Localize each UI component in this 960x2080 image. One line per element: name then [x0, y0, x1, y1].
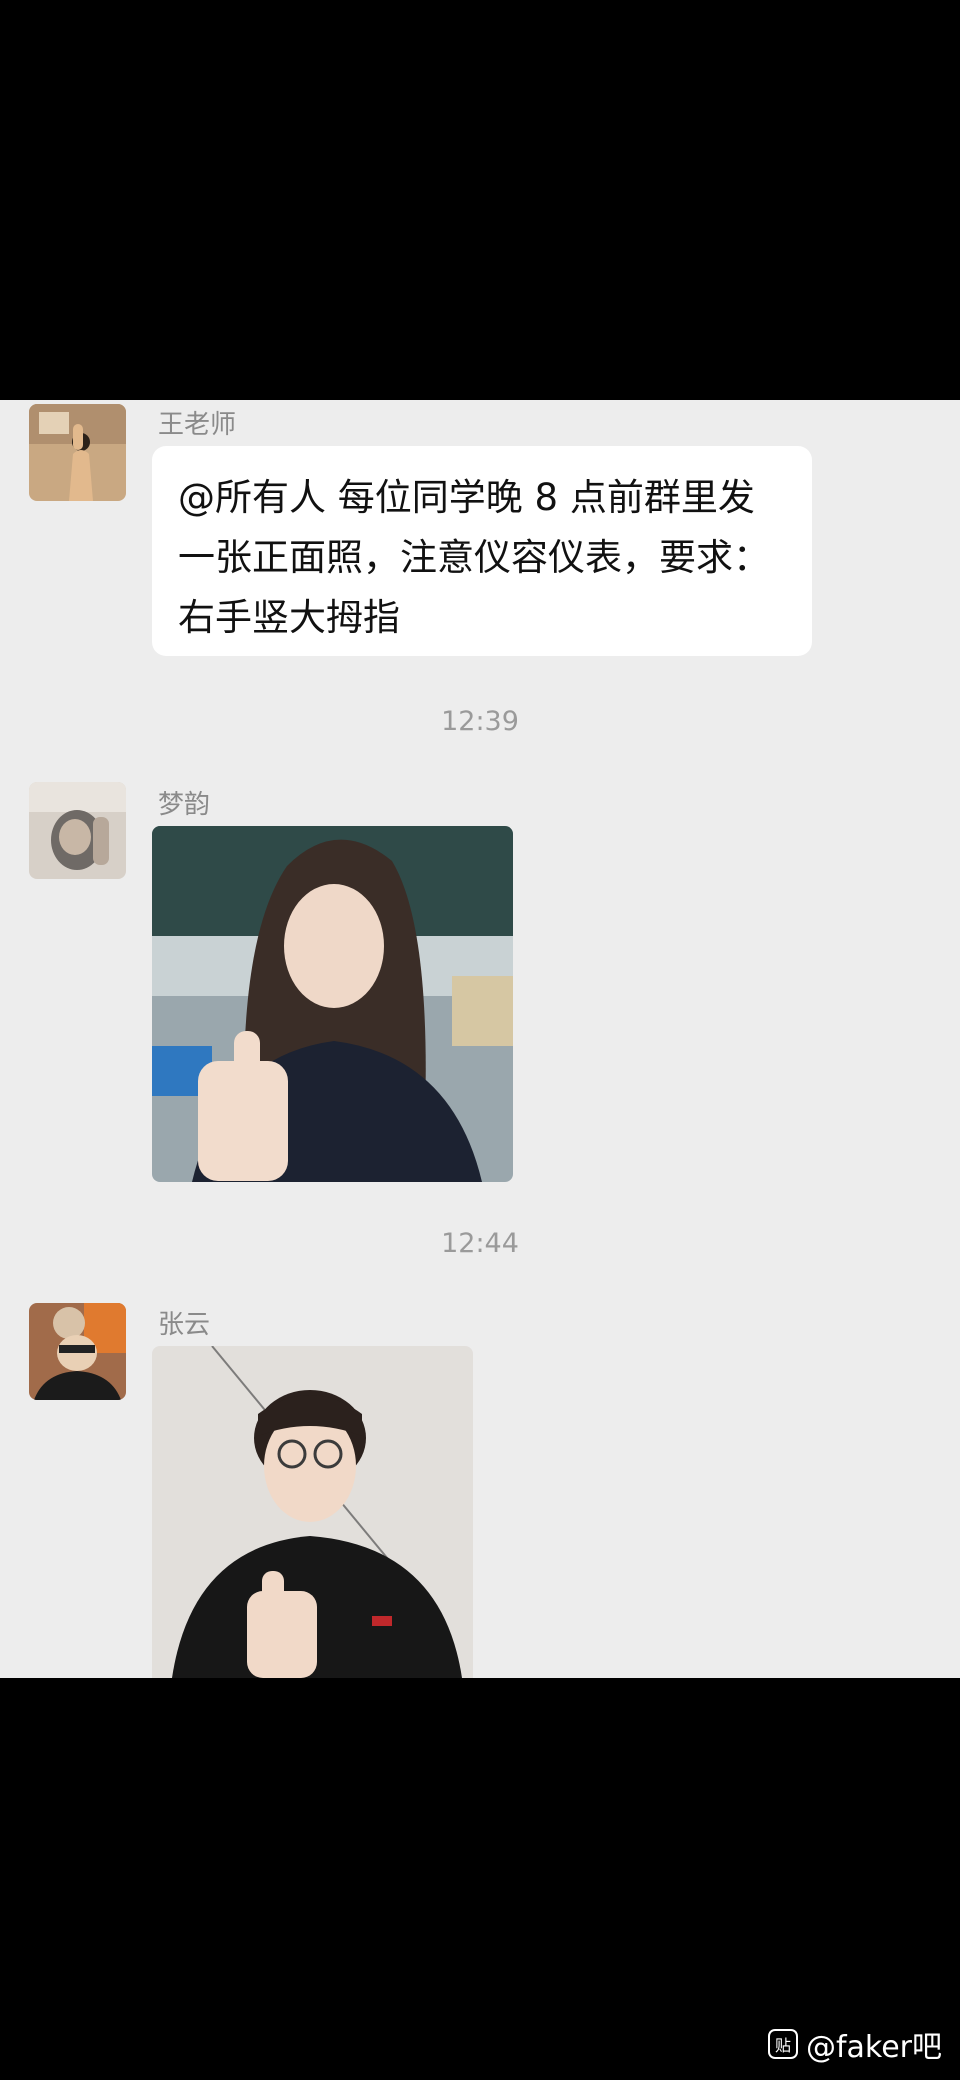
- watermark-text: @faker吧: [805, 2030, 942, 2065]
- message-bubble[interactable]: @所有人 每位同学晚 8 点前群里发 一张正面照，注意仪容仪表，要求： 右手竖大…: [152, 446, 812, 656]
- raised-hand-icon: [29, 404, 126, 501]
- tieba-logo-icon: 贴: [767, 2029, 798, 2059]
- timestamp: 12:39: [441, 706, 519, 737]
- selfie-photo-icon: [152, 1346, 473, 1678]
- avatar-teacher[interactable]: [29, 404, 126, 501]
- message-mengyun: 梦韵: [0, 780, 960, 1200]
- chat-view: 王老师 @所有人 每位同学晚 8 点前群里发 一张正面照，注意仪容仪表，要求： …: [0, 400, 960, 1678]
- sender-name: 王老师: [158, 410, 237, 440]
- watermark: 贴 @faker吧: [767, 2024, 942, 2065]
- sender-name: 梦韵: [158, 790, 211, 820]
- message-zhangyun: 张云: [0, 1300, 960, 1678]
- user-avatar-icon: [29, 1303, 126, 1400]
- image-message[interactable]: [152, 826, 513, 1182]
- avatar-mengyun[interactable]: [29, 782, 126, 879]
- image-message[interactable]: [152, 1346, 473, 1678]
- message-teacher: 王老师 @所有人 每位同学晚 8 点前群里发 一张正面照，注意仪容仪表，要求： …: [0, 400, 960, 660]
- avatar-zhangyun[interactable]: [29, 1303, 126, 1400]
- sender-name: 张云: [158, 1310, 211, 1340]
- selfie-photo-icon: [152, 826, 513, 1182]
- user-avatar-icon: [29, 782, 126, 879]
- timestamp: 12:44: [441, 1228, 519, 1259]
